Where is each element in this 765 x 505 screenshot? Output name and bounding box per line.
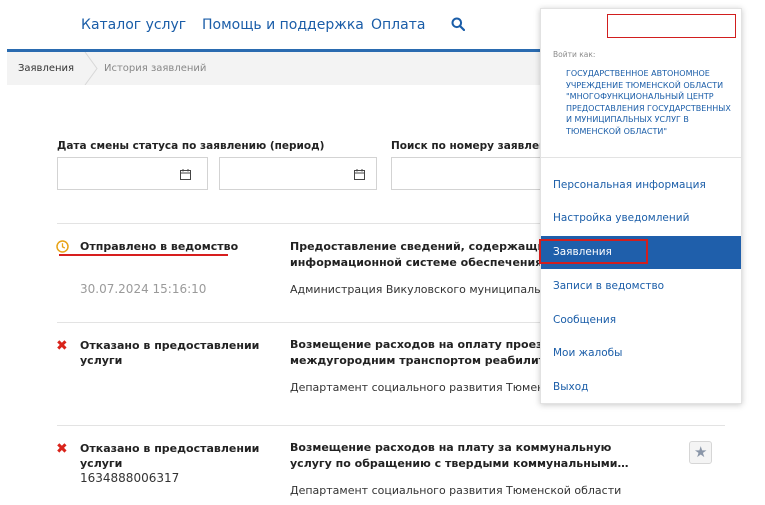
nav-catalog-link[interactable]: Каталог услуг bbox=[81, 17, 186, 33]
login-as-label: Войти как: bbox=[553, 50, 596, 59]
breadcrumb-item-history: История заявлений bbox=[104, 63, 207, 74]
nav-help-link[interactable]: Помощь и поддержка bbox=[202, 17, 364, 33]
menu-item-messages[interactable]: Сообщения bbox=[553, 314, 616, 326]
status-text: Отказано в предоставлении bbox=[80, 442, 260, 455]
date-to-input[interactable] bbox=[219, 157, 377, 190]
application-date: 30.07.2024 15:16:10 bbox=[80, 282, 207, 296]
chevron-right-icon bbox=[84, 52, 98, 85]
calendar-icon[interactable] bbox=[180, 169, 191, 180]
nav-payment-link[interactable]: Оплата bbox=[371, 17, 425, 33]
list-divider bbox=[57, 425, 725, 426]
status-text: услуги bbox=[80, 354, 123, 367]
dropdown-divider bbox=[541, 157, 741, 158]
account-name-highlight-box[interactable] bbox=[607, 14, 736, 38]
menu-item-applications-label: Заявления bbox=[553, 246, 612, 258]
status-text: услуги bbox=[80, 457, 123, 470]
application-department: Департамент социального развития Тюменск… bbox=[290, 381, 582, 394]
status-text: Отправлено в ведомство bbox=[80, 240, 239, 253]
application-title[interactable]: Возмещение расходов на оплату проезда bbox=[290, 337, 559, 353]
reject-icon: ✖ bbox=[56, 338, 68, 354]
status-text: Отказано в предоставлении bbox=[80, 339, 260, 352]
search-icon[interactable] bbox=[451, 17, 465, 31]
application-department: Департамент социального развития Тюменск… bbox=[290, 484, 622, 497]
number-search-input[interactable] bbox=[391, 157, 541, 190]
menu-item-logout[interactable]: Выход bbox=[553, 381, 588, 393]
calendar-icon[interactable] bbox=[354, 169, 365, 180]
breadcrumb: Заявления История заявлений bbox=[7, 52, 552, 85]
menu-item-notification-settings[interactable]: Настройка уведомлений bbox=[553, 212, 689, 224]
date-from-input[interactable] bbox=[57, 157, 208, 190]
clock-icon bbox=[56, 240, 69, 253]
application-title[interactable]: информационной системе обеспечения… bbox=[290, 255, 553, 271]
date-filter-label: Дата смены статуса по заявлению (период) bbox=[57, 140, 325, 152]
breadcrumb-item-applications[interactable]: Заявления bbox=[18, 63, 74, 74]
application-title[interactable]: Возмещение расходов на плату за коммунал… bbox=[290, 440, 611, 456]
menu-item-personal-info[interactable]: Персональная информация bbox=[553, 179, 706, 191]
application-title[interactable]: Предоставление сведений, содержащихся в bbox=[290, 239, 577, 255]
menu-item-appointments[interactable]: Записи в ведомство bbox=[553, 280, 664, 292]
application-title[interactable]: междугородним транспортом реабилитирова bbox=[290, 353, 583, 369]
application-number: 1634888006317 bbox=[80, 471, 180, 485]
application-title[interactable]: услугу по обращению с твердыми коммуналь… bbox=[290, 456, 628, 472]
favorite-button[interactable]: ★ bbox=[689, 441, 712, 464]
list-divider bbox=[57, 322, 541, 323]
list-divider bbox=[57, 223, 541, 224]
application-department: Администрация Викуловского муниципальног… bbox=[290, 283, 578, 296]
organization-link[interactable]: ГОСУДАРСТВЕННОЕ АВТОНОМНОЕ УЧРЕЖДЕНИЕ ТЮ… bbox=[566, 68, 736, 137]
number-search-label: Поиск по номеру заявления bbox=[391, 140, 561, 152]
status-highlight-underline bbox=[59, 254, 228, 256]
reject-icon: ✖ bbox=[56, 441, 68, 457]
star-icon: ★ bbox=[694, 443, 708, 461]
menu-item-complaints[interactable]: Мои жалобы bbox=[553, 347, 622, 359]
